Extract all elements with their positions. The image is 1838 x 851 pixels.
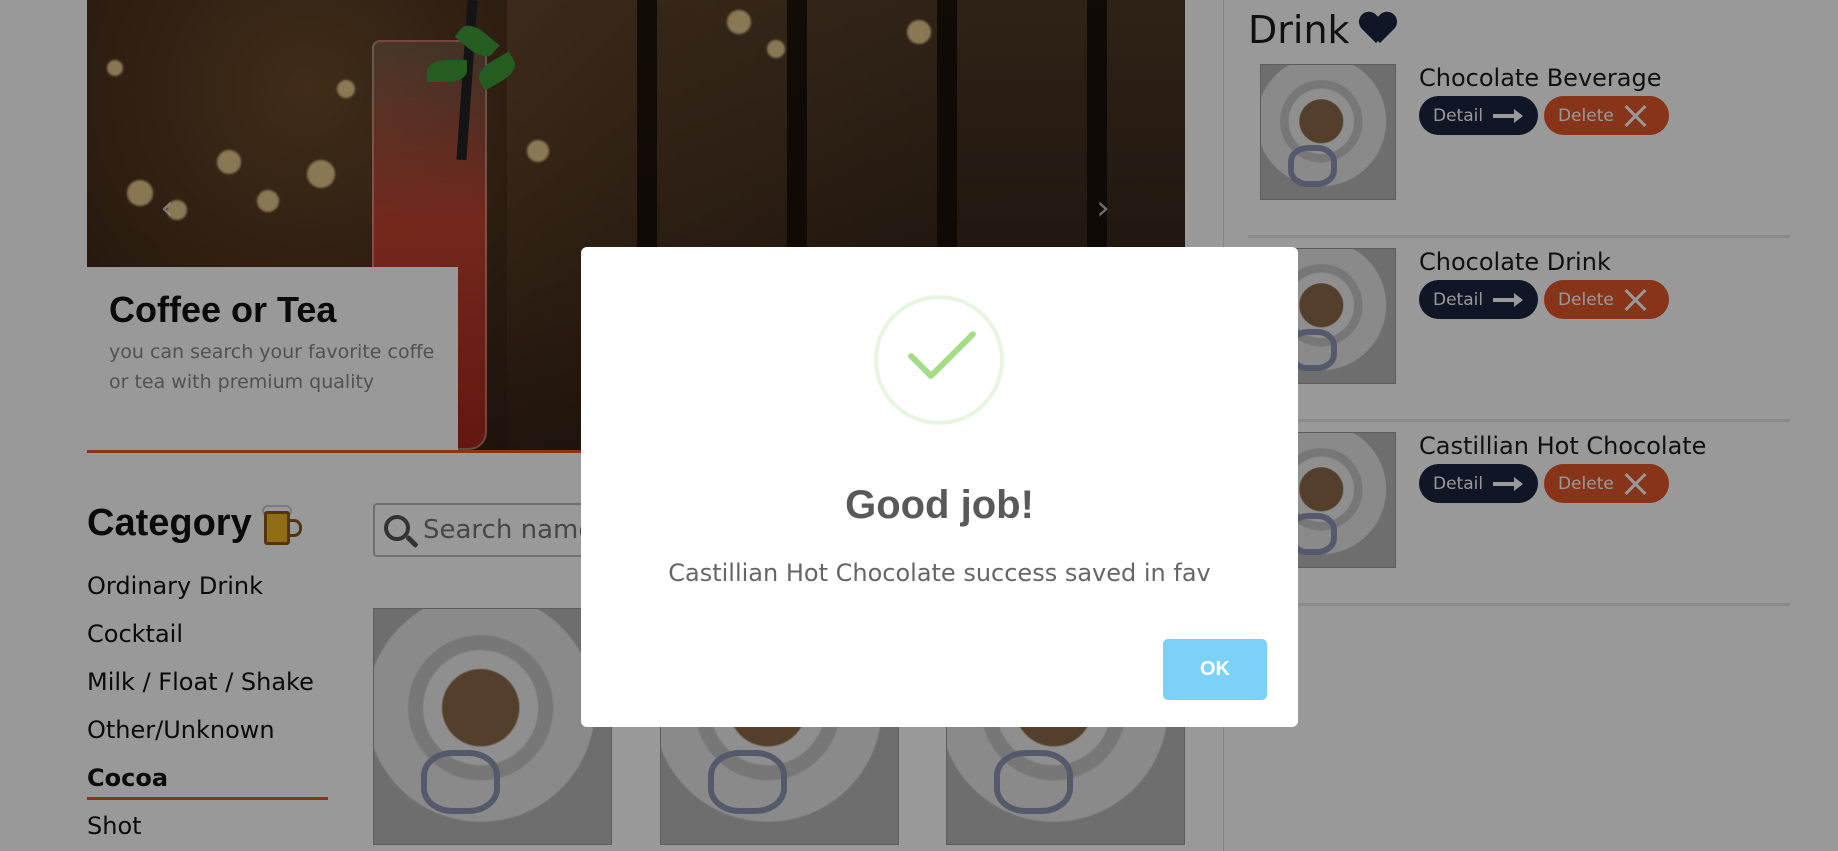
success-check-icon: [874, 295, 1004, 425]
modal-title: Good job!: [845, 483, 1034, 527]
ok-button[interactable]: OK: [1163, 639, 1267, 700]
success-modal: Good job! Castillian Hot Chocolate succe…: [581, 247, 1298, 727]
modal-message: Castillian Hot Chocolate success saved i…: [668, 559, 1211, 587]
